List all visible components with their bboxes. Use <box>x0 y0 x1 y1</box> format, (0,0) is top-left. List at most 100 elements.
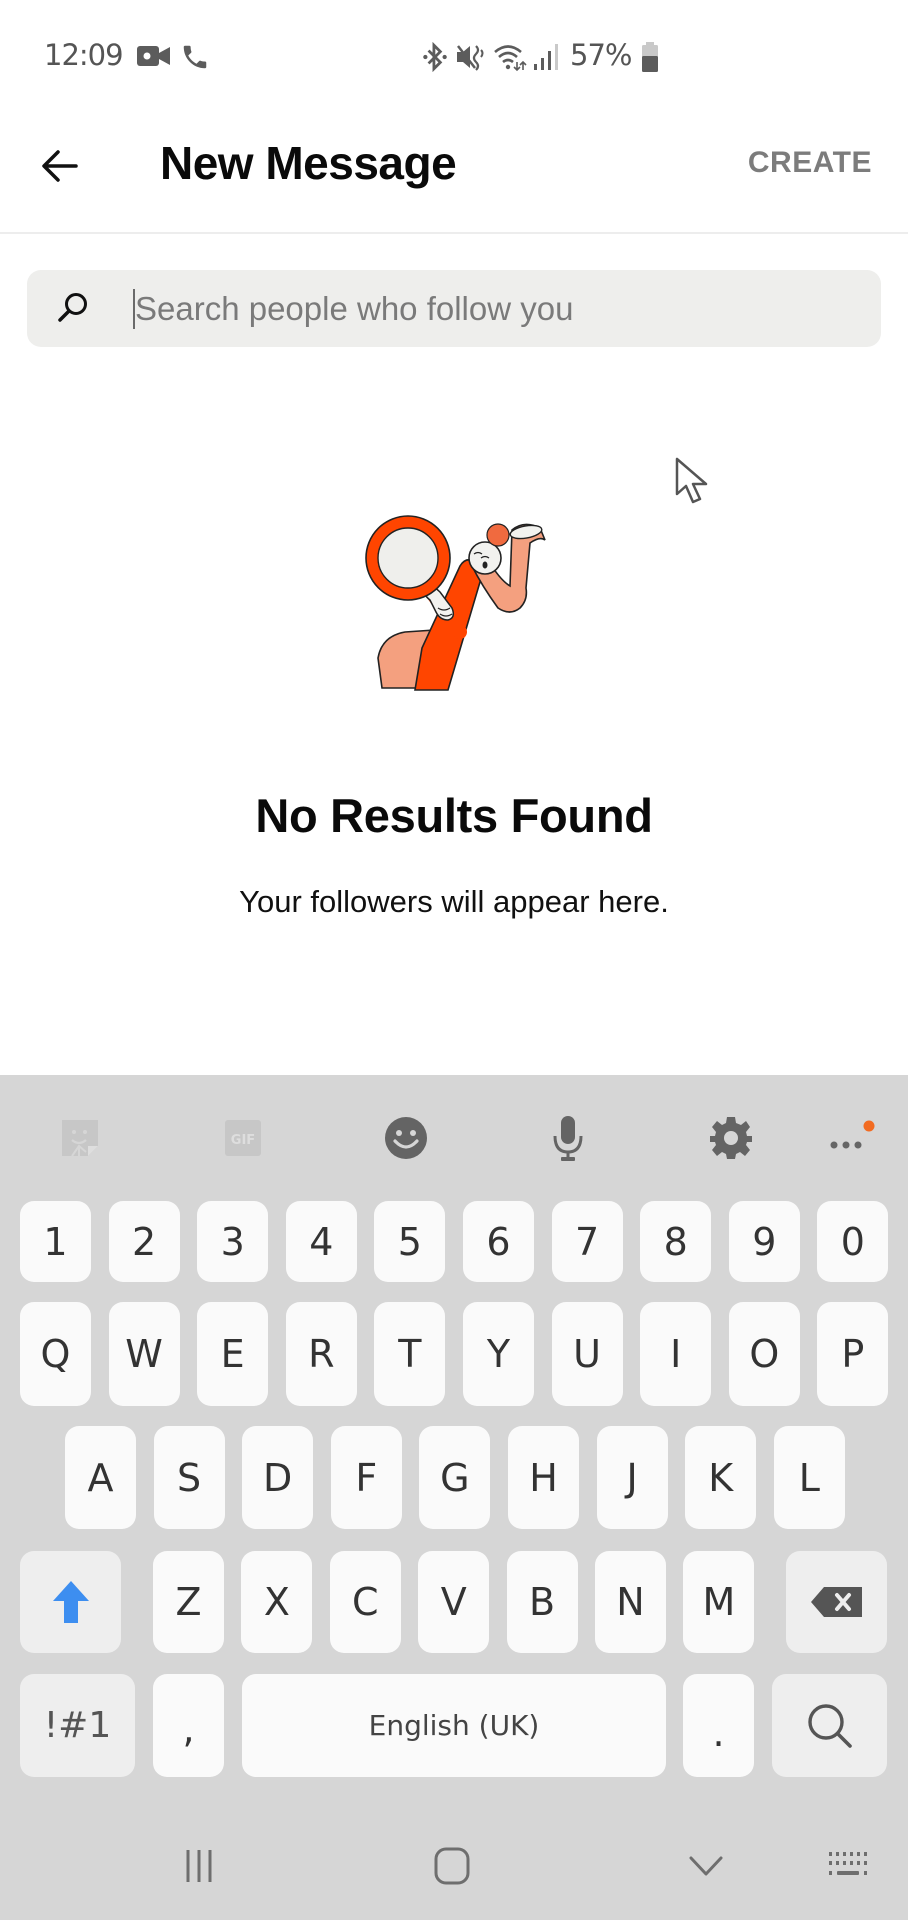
signal-icon <box>534 44 558 70</box>
key-label: 0 <box>840 1219 865 1264</box>
key-label: J <box>626 1455 638 1500</box>
key-label: U <box>573 1332 601 1376</box>
microphone-icon <box>553 1116 583 1161</box>
key-label: P <box>841 1332 865 1376</box>
key-label: E <box>220 1332 245 1376</box>
search-icon <box>58 293 87 322</box>
key-0[interactable]: 0 <box>817 1201 889 1282</box>
key-label: V <box>440 1580 467 1624</box>
keyboard-switch-button[interactable] <box>818 1840 878 1892</box>
key-z[interactable]: Z <box>153 1551 224 1653</box>
key-label: 7 <box>575 1219 600 1264</box>
mute-vibrate-icon <box>457 45 484 71</box>
key-h[interactable]: H <box>508 1426 579 1529</box>
key-label: 6 <box>486 1219 511 1264</box>
key-g[interactable]: G <box>419 1426 491 1529</box>
hide-keyboard-button[interactable] <box>676 1840 736 1892</box>
key-o[interactable]: O <box>728 1302 800 1406</box>
backspace-key[interactable] <box>786 1551 887 1653</box>
home-button[interactable] <box>422 1840 482 1892</box>
key-label: 3 <box>220 1219 245 1264</box>
space-key[interactable]: English (UK) <box>242 1674 666 1777</box>
status-time: 12:09 <box>44 38 124 72</box>
status-bar: 12:09 57% <box>0 0 908 110</box>
gif-button[interactable]: GIF <box>218 1113 268 1163</box>
backspace-icon <box>810 1587 862 1617</box>
key-e[interactable]: E <box>197 1302 269 1406</box>
emoji-icon <box>385 1117 427 1159</box>
key-1[interactable]: 1 <box>20 1201 91 1282</box>
key-label: W <box>125 1332 163 1376</box>
key-l[interactable]: L <box>773 1426 845 1529</box>
key-label: N <box>616 1580 645 1624</box>
sticker-button[interactable] <box>55 1113 105 1163</box>
app-header: New Message CREATE <box>0 110 908 234</box>
key-f[interactable]: F <box>330 1426 402 1529</box>
key-label: Y <box>486 1332 511 1376</box>
create-button[interactable]: CREATE <box>748 146 872 180</box>
video-call-icon <box>137 46 170 66</box>
key-label: Z <box>175 1580 202 1624</box>
key-m[interactable]: M <box>683 1551 755 1653</box>
search-icon <box>807 1703 852 1748</box>
more-options-icon <box>830 1120 875 1149</box>
voice-input-button[interactable] <box>543 1113 593 1163</box>
key-w[interactable]: W <box>108 1302 180 1406</box>
symbols-key[interactable]: !#1 <box>20 1674 135 1777</box>
key-r[interactable]: R <box>285 1302 357 1406</box>
key-label: G <box>440 1455 470 1500</box>
key-t[interactable]: T <box>374 1302 446 1406</box>
home-icon <box>434 1847 470 1885</box>
key-label: T <box>398 1332 422 1376</box>
key-p[interactable]: P <box>817 1302 889 1406</box>
more-options-button[interactable] <box>822 1113 882 1163</box>
key-8[interactable]: 8 <box>640 1201 712 1282</box>
key-label: F <box>355 1455 378 1500</box>
key-label: O <box>749 1332 780 1376</box>
emoji-button[interactable] <box>381 1113 431 1163</box>
key-y[interactable]: Y <box>463 1302 534 1406</box>
key-q[interactable]: Q <box>20 1302 91 1406</box>
key-d[interactable]: D <box>242 1426 314 1529</box>
key-u[interactable]: U <box>551 1302 623 1406</box>
key-label: B <box>529 1580 556 1624</box>
key-5[interactable]: 5 <box>374 1201 446 1282</box>
key-label: Q <box>40 1332 71 1376</box>
key-j[interactable]: J <box>596 1426 668 1529</box>
search-submit-key[interactable] <box>772 1674 887 1777</box>
key-label: S <box>177 1455 202 1500</box>
battery-percent: 57% <box>570 38 632 72</box>
key-label: H <box>529 1455 558 1500</box>
key-k[interactable]: K <box>685 1426 757 1529</box>
key-s[interactable]: S <box>153 1426 225 1529</box>
key-label: I <box>670 1332 682 1376</box>
key-n[interactable]: N <box>595 1551 666 1653</box>
keyboard-settings-button[interactable] <box>706 1113 756 1163</box>
key-4[interactable]: 4 <box>285 1201 357 1282</box>
comma-key[interactable]: , <box>153 1674 224 1777</box>
key-v[interactable]: V <box>418 1551 490 1653</box>
key-7[interactable]: 7 <box>551 1201 623 1282</box>
back-button[interactable] <box>36 140 88 192</box>
shift-arrow-icon <box>52 1581 89 1623</box>
key-x[interactable]: X <box>241 1551 313 1653</box>
key-i[interactable]: I <box>640 1302 712 1406</box>
mouse-pointer-icon <box>675 457 708 504</box>
recent-apps-button[interactable] <box>170 1840 230 1892</box>
key-3[interactable]: 3 <box>197 1201 269 1282</box>
key-6[interactable]: 6 <box>463 1201 534 1282</box>
shift-key[interactable] <box>20 1551 121 1653</box>
period-key[interactable]: . <box>683 1674 754 1777</box>
key-b[interactable]: B <box>506 1551 578 1653</box>
key-label: K <box>708 1455 734 1500</box>
key-2[interactable]: 2 <box>108 1201 180 1282</box>
search-bar[interactable] <box>27 270 881 347</box>
key-label: 9 <box>752 1219 777 1264</box>
hide-keyboard-chevron-icon <box>689 1856 723 1876</box>
search-input[interactable] <box>135 270 855 347</box>
key-a[interactable]: A <box>65 1426 136 1529</box>
key-9[interactable]: 9 <box>728 1201 800 1282</box>
bluetooth-icon <box>423 42 447 72</box>
battery-icon <box>642 42 658 72</box>
key-c[interactable]: C <box>329 1551 401 1653</box>
